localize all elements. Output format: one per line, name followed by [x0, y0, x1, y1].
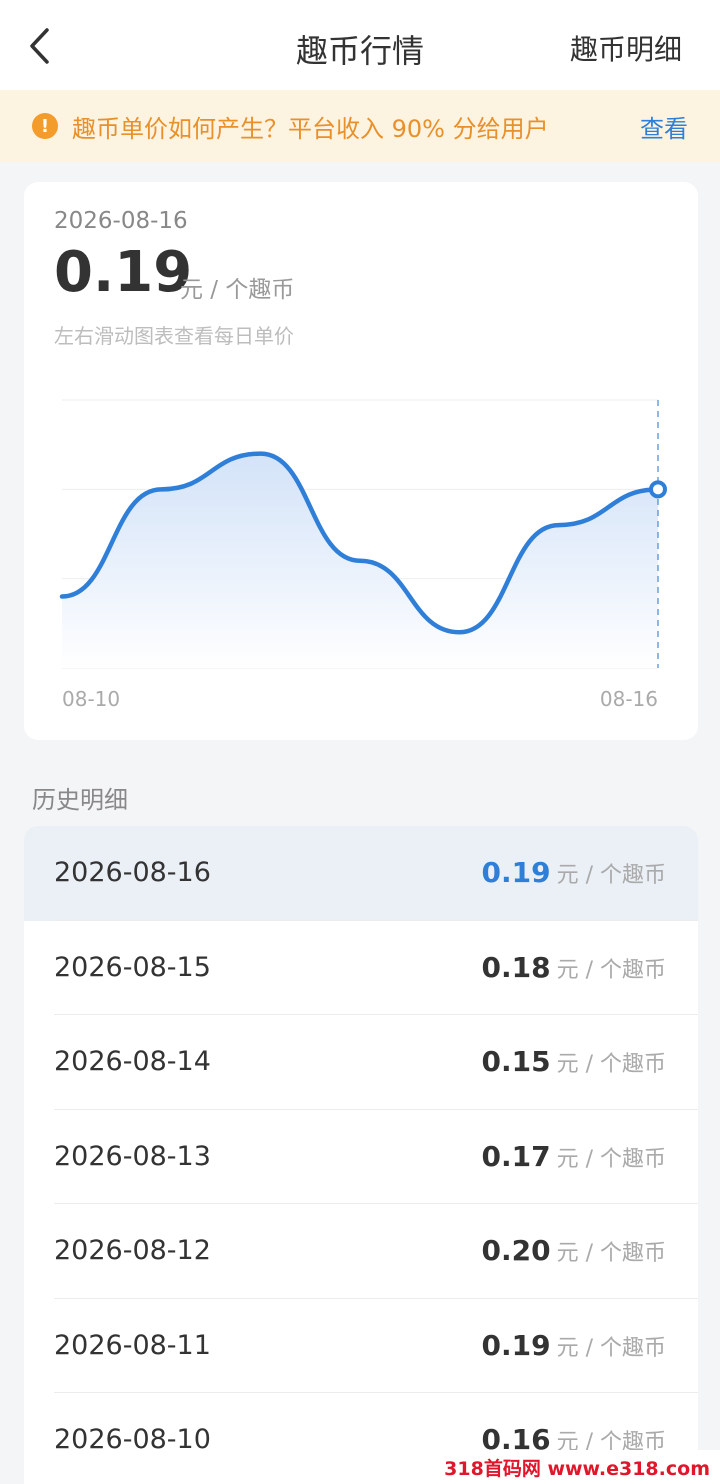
history-row-date: 2026-08-15: [54, 951, 211, 983]
history-row-date: 2026-08-11: [54, 1329, 211, 1361]
history-row-price: 0.17: [481, 1139, 551, 1173]
history-row-unit: 元 / 个趣币: [556, 863, 666, 888]
chart-point[interactable]: [649, 480, 667, 499]
top-bar: 趣币行情 趣币明细: [0, 0, 720, 90]
history-row-value: 0.19 元 / 个趣币: [482, 826, 667, 924]
chart-point[interactable]: [56, 591, 68, 603]
history-row-unit: 元 / 个趣币: [556, 1146, 666, 1172]
chart-point[interactable]: [354, 555, 366, 567]
history-section-title: 历史明细: [32, 786, 128, 814]
history-row-unit: 元 / 个趣币: [556, 1335, 666, 1361]
notice-view-link[interactable]: 查看: [640, 109, 688, 144]
history-row-unit: 元 / 个趣币: [556, 1241, 666, 1266]
chart-point[interactable]: [453, 626, 465, 638]
chart-point[interactable]: [255, 448, 267, 460]
history-row-value: 0.15 元 / 个趣币: [482, 1015, 667, 1113]
history-row[interactable]: 2026-08-11 0.19 元 / 个趣币: [24, 1299, 698, 1397]
coin-detail-link[interactable]: 趣币明细: [570, 28, 682, 68]
history-row-date: 2026-08-13: [54, 1140, 211, 1172]
history-row-date: 2026-08-10: [54, 1424, 211, 1455]
history-row-unit: 元 / 个趣币: [556, 1052, 666, 1077]
history-row[interactable]: 2026-08-14 0.15 元 / 个趣币: [24, 1015, 698, 1110]
history-row-price: 0.15: [481, 1045, 551, 1078]
price-chart-card: 2026-08-16 0.19 元 / 个趣币 左右滑动图表查看每日单价 08-…: [24, 182, 698, 740]
history-row-value: 0.17 元 / 个趣币: [482, 1110, 667, 1208]
notice-text: 趣币单价如何产生？平台收入 90% 分给用户: [72, 114, 549, 143]
watermark: 318首码网 www.e318.com: [434, 1450, 720, 1484]
notice-banner: ! 趣币单价如何产生？平台收入 90% 分给用户 查看: [0, 90, 720, 162]
x-tick-label: 08-16: [600, 687, 658, 711]
history-row-date: 2026-08-12: [54, 1235, 211, 1266]
history-row[interactable]: 2026-08-16 0.19 元 / 个趣币: [24, 826, 698, 921]
history-row-price: 0.18: [481, 950, 551, 984]
history-row-value: 0.20 元 / 个趣币: [482, 1204, 667, 1302]
history-row[interactable]: 2026-08-12 0.20 元 / 个趣币: [24, 1204, 698, 1299]
history-row-value: 0.18 元 / 个趣币: [482, 921, 667, 1019]
x-tick-label: 08-10: [62, 687, 120, 711]
history-row-date: 2026-08-14: [54, 1046, 211, 1077]
history-row-date: 2026-08-16: [54, 857, 211, 888]
history-row-value: 0.19 元 / 个趣币: [482, 1299, 667, 1397]
history-row-price: 0.20: [481, 1234, 551, 1267]
chart-point[interactable]: [553, 519, 565, 531]
chevron-left-icon: [30, 28, 49, 64]
history-row[interactable]: 2026-08-15 0.18 元 / 个趣币: [24, 921, 698, 1019]
chart-point[interactable]: [155, 483, 167, 495]
history-list: 2026-08-16 0.19 元 / 个趣币 2026-08-15 0.18 元 / 个…: [24, 826, 698, 1484]
history-row-price: 0.19: [481, 1328, 551, 1362]
history-row-price: 0.19: [481, 856, 551, 889]
history-row[interactable]: 2026-08-13 0.17 元 / 个趣币: [24, 1110, 698, 1208]
price-chart[interactable]: 08-10 08-16: [24, 182, 698, 740]
back-button[interactable]: [22, 26, 56, 66]
warning-icon: !: [32, 113, 58, 139]
history-row-unit: 元 / 个趣币: [556, 957, 666, 983]
